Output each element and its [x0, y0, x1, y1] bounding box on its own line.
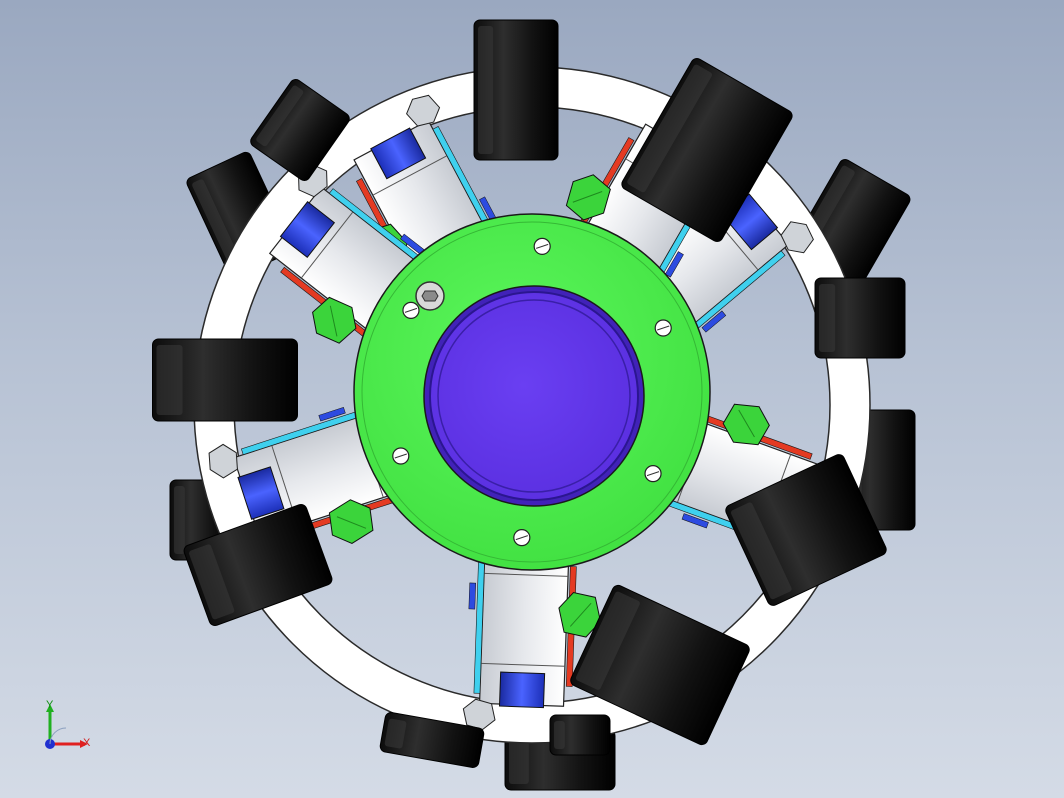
front-roller [814, 277, 906, 359]
hub-bolt-hole [644, 465, 662, 483]
front-roller [549, 714, 611, 756]
hub-bolt-hole [402, 301, 420, 319]
hub-bolt-hole [533, 237, 551, 255]
hub-socket-screw [415, 281, 445, 311]
omni-wheel-model[interactable] [0, 0, 1064, 798]
cad-viewport[interactable]: X Y [0, 0, 1064, 798]
hub-bolt-hole [654, 319, 672, 337]
front-roller [473, 19, 559, 161]
hub-bolt-hole [513, 529, 531, 547]
hub-bolt-hole [392, 447, 410, 465]
center-cap[interactable] [423, 285, 645, 507]
y-axis-label: Y [46, 699, 54, 711]
x-axis-label: X [83, 737, 91, 749]
front-roller [152, 338, 298, 422]
